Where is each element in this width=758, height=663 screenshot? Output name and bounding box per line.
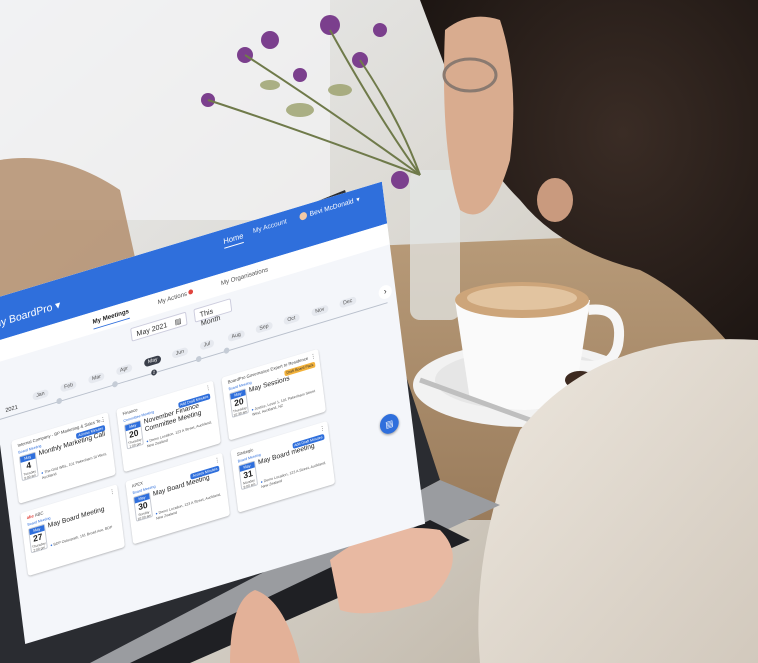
nav-home[interactable]: Home: [222, 231, 245, 249]
date-tile: May 27 Thursday 2:00 pm: [28, 523, 48, 554]
timeline-month[interactable]: Dec: [339, 296, 357, 309]
date-tile: May 4 Tuesday 9:00 am: [18, 451, 39, 482]
timeline-tick: [56, 397, 63, 405]
location-text: BDP Osteopath, 151 Broad Ave, BDP: [53, 525, 113, 547]
chevron-down-icon: ▾: [355, 196, 361, 204]
timeline-month[interactable]: Aug: [227, 329, 245, 343]
date-tile: May 20 Thursday 1:00 pm: [123, 419, 144, 450]
notification-dot: [188, 288, 194, 295]
tab-label: My Actions: [157, 290, 188, 307]
timeline-month[interactable]: Jul: [199, 338, 215, 351]
timeline-month[interactable]: Jun: [171, 346, 189, 359]
more-vertical-icon[interactable]: ⋮: [100, 416, 106, 424]
timeline-month[interactable]: Nov: [311, 304, 329, 317]
month-picker-value: May 2021: [136, 320, 168, 339]
timeline-month[interactable]: Feb: [60, 380, 78, 393]
meeting-location: ● Demo Location, 123 A Street, Auckland,…: [155, 491, 225, 521]
timeline-tick: [195, 355, 202, 363]
book-icon[interactable]: ▤: [378, 411, 400, 437]
timeline-month-selected[interactable]: May: [143, 354, 162, 368]
timeline-month[interactable]: Apr: [115, 363, 133, 376]
date-tile: May 20 Thursday 10:30 am: [229, 388, 249, 418]
abc-logo: abc: [26, 513, 35, 521]
timeline-month[interactable]: Jan: [32, 388, 49, 401]
date-tile: May 30 Sunday 10:00 am: [133, 492, 153, 522]
meeting-location: ● BDP Osteopath, 151 Broad Ave, BDP: [50, 523, 119, 548]
location-text: Demo Location, 123 A Street, Auckland, N…: [260, 460, 327, 490]
more-vertical-icon[interactable]: ⋮: [205, 384, 211, 392]
calendar-icon: ▤: [174, 316, 182, 327]
chevron-down-icon: ▾: [54, 299, 62, 313]
meeting-location: ● The Grid WBL, 101 Pakenham St West, Au…: [41, 451, 111, 481]
avatar: [299, 211, 308, 222]
user-name: Bevi McDonald: [309, 197, 354, 218]
more-vertical-icon[interactable]: ⋮: [310, 352, 316, 360]
nav-my-account[interactable]: My Account: [253, 218, 287, 235]
more-vertical-icon[interactable]: ⋮: [214, 456, 220, 464]
timeline-count-badge: 2: [150, 368, 158, 377]
tab-my-meetings[interactable]: My Meetings: [92, 308, 130, 330]
location-text: Justice, Level 1, 101 Pakenham Street We…: [251, 389, 316, 417]
timeline-month[interactable]: Oct: [283, 313, 300, 326]
location-text: Demo Location, 123 A Street, Auckland, N…: [155, 492, 222, 521]
tab-my-actions[interactable]: My Actions: [157, 288, 194, 307]
timeline-tick: [111, 380, 119, 388]
more-vertical-icon[interactable]: ⋮: [319, 425, 325, 433]
date-tile: May 31 Monday 9:00 am: [238, 460, 259, 491]
meeting-location: ● Demo Location, 123 A Street, Auckland,…: [260, 460, 330, 490]
location-text: The Grid WBL, 101 Pakenham St West, Auck…: [41, 451, 107, 481]
card-org-label: ABC: [34, 510, 44, 518]
meeting-location: ● Justice, Level 1, 101 Pakenham Street …: [251, 388, 321, 418]
timeline-month[interactable]: Mar: [87, 371, 106, 385]
timeline-tick: [223, 346, 230, 355]
more-vertical-icon[interactable]: ⋮: [109, 488, 115, 496]
chevron-right-icon[interactable]: ›: [377, 283, 393, 301]
timeline-month[interactable]: Sep: [255, 321, 273, 334]
